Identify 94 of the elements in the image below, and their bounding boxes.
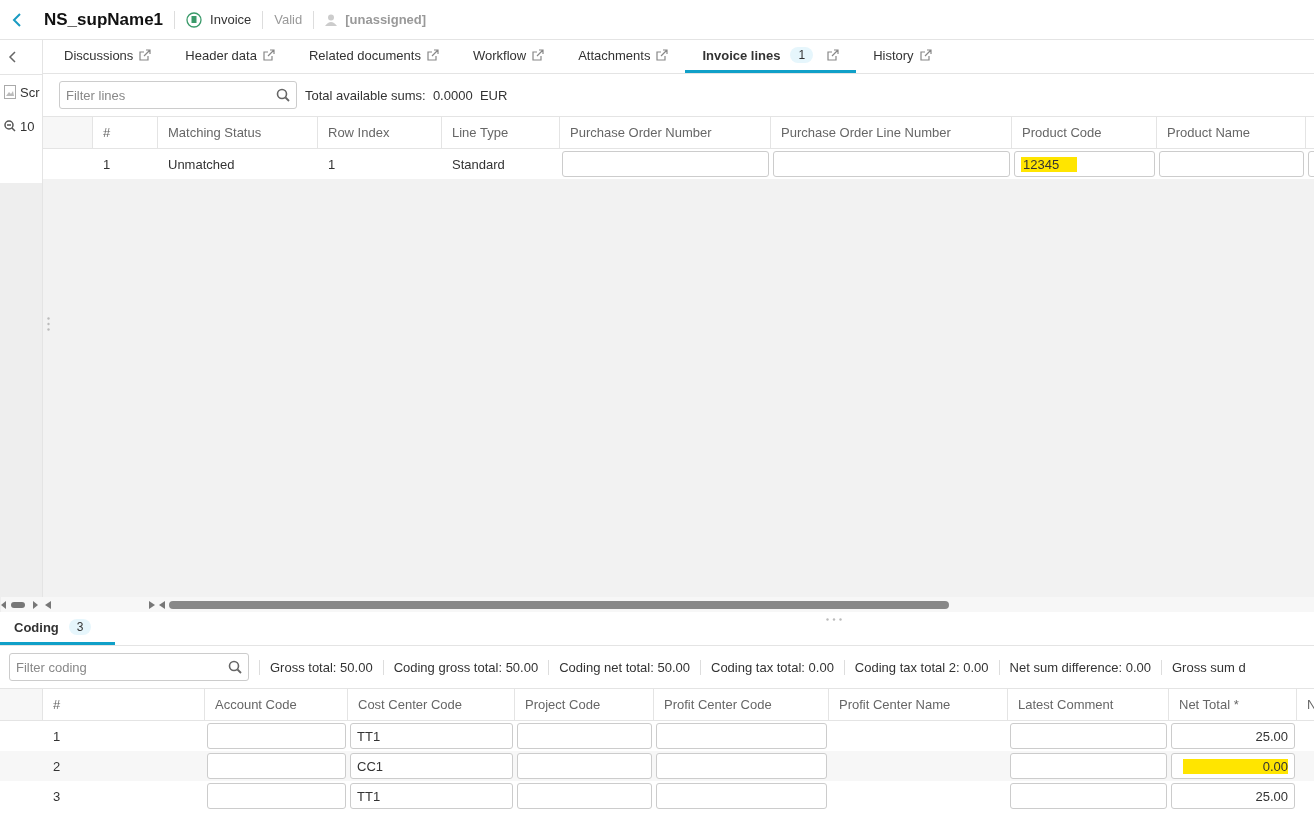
tab[interactable]: Invoice lines 1 bbox=[685, 40, 857, 73]
column-header[interactable]: Product Name bbox=[1157, 117, 1306, 148]
collapse-icon[interactable] bbox=[8, 51, 16, 63]
column-header[interactable]: Latest Comment bbox=[1008, 689, 1169, 720]
assignee-label: [unassigned] bbox=[345, 12, 427, 27]
filter-field[interactable]: Filter coding bbox=[9, 653, 249, 681]
sum-label: Net sum difference: 0.00 bbox=[998, 659, 1161, 675]
tab[interactable]: History bbox=[856, 40, 949, 73]
cell-input[interactable]: 12345 bbox=[1014, 151, 1155, 177]
column-header[interactable]: Purchase Order Number bbox=[560, 117, 771, 148]
column-header[interactable]: Product Code bbox=[1012, 117, 1157, 148]
cell-input[interactable]: 0.00 bbox=[1171, 753, 1295, 779]
table-cell-text: 1 bbox=[52, 728, 61, 744]
cell-input[interactable]: 25.00 bbox=[1171, 723, 1295, 749]
column-header[interactable]: Profit Center Code bbox=[654, 689, 829, 720]
tab[interactable]: Coding 3 bbox=[0, 612, 115, 645]
external-link-icon[interactable] bbox=[139, 49, 152, 61]
scroll-right-icon[interactable] bbox=[149, 599, 155, 610]
count-badge: 3 bbox=[68, 619, 92, 635]
cell-input[interactable]: 25.00 bbox=[1171, 783, 1295, 809]
table-cell-text: 1 bbox=[102, 156, 111, 172]
filter-field[interactable]: Filter lines bbox=[59, 81, 297, 109]
external-link-icon[interactable] bbox=[262, 49, 275, 61]
table-cell-text: 2 bbox=[52, 758, 61, 774]
search-icon bbox=[276, 88, 290, 102]
tab[interactable]: Related documents bbox=[291, 40, 456, 73]
cell-input[interactable] bbox=[656, 723, 827, 749]
external-link-icon[interactable] bbox=[656, 49, 669, 61]
column-header[interactable]: Net Total * bbox=[1169, 689, 1297, 720]
cell-input[interactable] bbox=[1010, 753, 1167, 779]
cell-input[interactable] bbox=[517, 753, 652, 779]
search-icon bbox=[228, 660, 242, 674]
column-header[interactable] bbox=[43, 117, 93, 148]
cell-input[interactable] bbox=[517, 723, 652, 749]
sum-label: Gross total: 50.00 bbox=[259, 659, 383, 675]
cell-input[interactable]: TT1 bbox=[350, 723, 513, 749]
column-header[interactable]: Line Type bbox=[442, 117, 560, 148]
table-cell-text: Standard bbox=[451, 156, 505, 172]
cell-input[interactable] bbox=[1159, 151, 1304, 177]
sum-label: Coding gross total: 50.00 bbox=[382, 659, 549, 675]
document-type: Invoice bbox=[210, 12, 252, 27]
column-header[interactable]: Project Code bbox=[515, 689, 654, 720]
cell-input[interactable]: TT1 bbox=[350, 783, 513, 809]
tab[interactable]: Workflow bbox=[455, 40, 562, 73]
cell-input[interactable] bbox=[1010, 783, 1167, 809]
scrollbar-thumb[interactable] bbox=[169, 600, 949, 609]
column-header[interactable]: Cost Center Code bbox=[348, 689, 515, 720]
external-link-icon[interactable] bbox=[426, 49, 439, 61]
scroll-left-icon[interactable] bbox=[45, 599, 51, 610]
cell-input[interactable] bbox=[207, 723, 346, 749]
column-header[interactable]: # bbox=[93, 117, 158, 148]
user-icon bbox=[325, 13, 338, 26]
zoom-out-icon[interactable] bbox=[4, 120, 16, 132]
cell-input[interactable] bbox=[1010, 723, 1167, 749]
column-header[interactable]: Profit Center Name bbox=[829, 689, 1008, 720]
sum-label: Gross sum d bbox=[1160, 659, 1256, 675]
image-icon bbox=[4, 85, 16, 99]
status-label: Valid bbox=[274, 12, 303, 27]
cell-input[interactable] bbox=[517, 783, 652, 809]
column-header[interactable]: Account Code bbox=[205, 689, 348, 720]
column-header[interactable] bbox=[0, 689, 43, 720]
table-cell-text: Unmatched bbox=[167, 156, 235, 172]
cell-input[interactable]: CC1 bbox=[350, 753, 513, 779]
column-header[interactable]: # bbox=[43, 689, 205, 720]
document-title: NS_supName1 bbox=[44, 9, 164, 30]
side-panel-label: 10 bbox=[20, 118, 35, 134]
tab[interactable]: Header data bbox=[168, 40, 292, 73]
document-icon bbox=[186, 11, 203, 28]
cell-input[interactable] bbox=[656, 783, 827, 809]
table-cell-text: 1 bbox=[327, 156, 336, 172]
tab[interactable]: Discussions bbox=[47, 40, 169, 73]
sum-label: Coding tax total 2: 0.00 bbox=[843, 659, 999, 675]
cell-input[interactable] bbox=[656, 753, 827, 779]
side-panel-label: Scr bbox=[20, 84, 40, 100]
cell-input[interactable] bbox=[207, 753, 346, 779]
sum-label: Coding tax total: 0.00 bbox=[700, 659, 844, 675]
column-header[interactable]: Purchase Order Line Number bbox=[771, 117, 1012, 148]
resize-handle-icon[interactable] bbox=[47, 317, 50, 331]
tab[interactable]: Attachments bbox=[561, 40, 686, 73]
external-link-icon[interactable] bbox=[827, 49, 840, 61]
sum-label: Coding net total: 50.00 bbox=[548, 659, 700, 675]
table-cell-text: 3 bbox=[52, 788, 61, 804]
available-sums: Total available sums: 0.0000 EUR bbox=[305, 87, 508, 103]
cell-input[interactable] bbox=[207, 783, 346, 809]
count-badge: 1 bbox=[790, 47, 814, 63]
column-header[interactable]: Row Index bbox=[318, 117, 442, 148]
cell-input[interactable] bbox=[562, 151, 769, 177]
external-link-icon[interactable] bbox=[919, 49, 932, 61]
external-link-icon[interactable] bbox=[532, 49, 545, 61]
back-icon[interactable] bbox=[12, 12, 22, 27]
scroll-left-icon[interactable] bbox=[159, 599, 165, 610]
cell-input[interactable] bbox=[773, 151, 1010, 177]
column-header[interactable]: Matching Status bbox=[158, 117, 318, 148]
resize-handle-icon[interactable] bbox=[826, 618, 842, 621]
